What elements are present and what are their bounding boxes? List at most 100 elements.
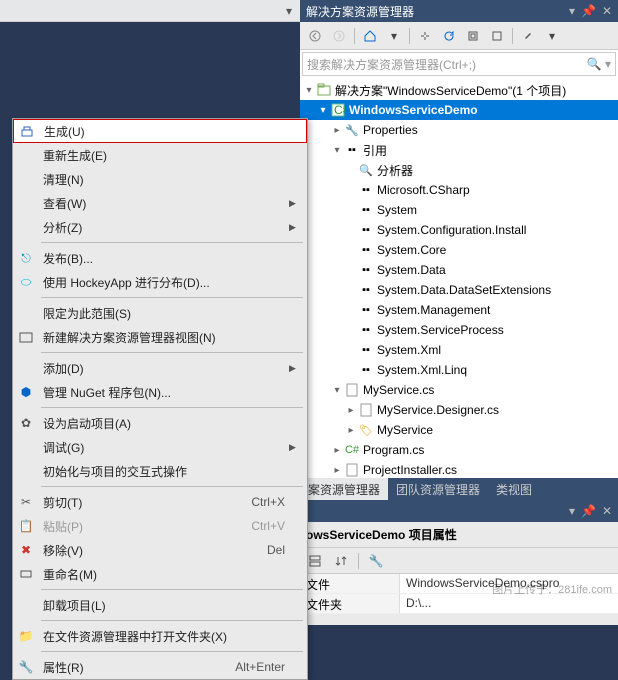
expander-icon[interactable]: ▾ — [302, 85, 316, 96]
sort-icon[interactable] — [330, 550, 352, 572]
cs-file-icon: C# — [344, 442, 360, 458]
close-icon[interactable]: ✕ — [602, 4, 612, 18]
expander-icon[interactable]: ▸ — [344, 405, 358, 416]
menu-scope[interactable]: 限定为此范围(S) — [13, 301, 307, 325]
search-placeholder: 搜索解决方案资源管理器(Ctrl+;) — [307, 56, 476, 73]
cut-icon: ✂ — [13, 495, 39, 509]
refresh-icon[interactable] — [438, 25, 460, 47]
ref-item[interactable]: 🔍分析器 — [300, 160, 618, 180]
ref-item[interactable]: ▪▪System.Data.DataSetExtensions — [300, 280, 618, 300]
search-input[interactable]: 搜索解决方案资源管理器(Ctrl+;) 🔍 ▾ — [302, 52, 616, 76]
ref-item[interactable]: ▪▪System.ServiceProcess — [300, 320, 618, 340]
dd1-icon[interactable]: ▾ — [383, 25, 405, 47]
file-node[interactable]: ▸ProjectInstaller.cs — [300, 460, 618, 478]
close-icon[interactable]: ✕ — [602, 504, 612, 518]
panel-menu-icon[interactable]: ▾ — [569, 504, 575, 518]
file-node[interactable]: ▾MyService.cs — [300, 380, 618, 400]
menu-debug[interactable]: 调试(G)▶ — [13, 435, 307, 459]
menu-clean[interactable]: 清理(N) — [13, 167, 307, 191]
wrench-icon: 🔧 — [344, 122, 360, 138]
properties-titlebar: ▾ 📌 ✕ — [300, 500, 618, 522]
menu-publish[interactable]: ⎋发布(B)... — [13, 246, 307, 270]
menu-interactive[interactable]: 初始化与项目的交互式操作 — [13, 459, 307, 483]
menu-remove[interactable]: ✖移除(V)Del — [13, 538, 307, 562]
dd2-icon[interactable]: ▾ — [541, 25, 563, 47]
menu-properties[interactable]: 🔧属性(R)Alt+Enter — [13, 655, 307, 679]
ref-icon: ▪▪ — [358, 262, 374, 278]
menu-new-view[interactable]: 新建解决方案资源管理器视图(N) — [13, 325, 307, 349]
expander-icon[interactable]: ▾ — [330, 145, 344, 156]
chevron-right-icon: ▶ — [289, 222, 301, 233]
menu-separator — [41, 486, 303, 487]
remove-icon: ✖ — [13, 543, 39, 557]
sync-icon[interactable] — [414, 25, 436, 47]
paste-icon: 📋 — [13, 519, 39, 533]
menu-startup[interactable]: ✿设为启动项目(A) — [13, 411, 307, 435]
search-icon: 🔍 ▾ — [587, 57, 611, 71]
menu-cut[interactable]: ✂剪切(T)Ctrl+X — [13, 490, 307, 514]
properties-icon[interactable] — [517, 25, 539, 47]
folder-icon: 📁 — [13, 629, 39, 643]
file-node[interactable]: ▸🏷MyService — [300, 420, 618, 440]
tab-team-explorer[interactable]: 团队资源管理器 — [388, 478, 488, 500]
ref-item[interactable]: ▪▪System.Data — [300, 260, 618, 280]
menu-analyze[interactable]: 分析(Z)▶ — [13, 215, 307, 239]
ref-item[interactable]: ▪▪System.Xml — [300, 340, 618, 360]
showall-icon[interactable] — [486, 25, 508, 47]
ref-item[interactable]: ▪▪System.Xml.Linq — [300, 360, 618, 380]
ref-item[interactable]: ▪▪System.Configuration.Install — [300, 220, 618, 240]
ref-icon: ▪▪ — [358, 322, 374, 338]
wrench-icon: 🔧 — [13, 660, 39, 674]
nav-fwd-icon[interactable] — [328, 25, 350, 47]
menu-view[interactable]: 查看(W)▶ — [13, 191, 307, 215]
hockey-icon: ⬭ — [13, 275, 39, 290]
menu-open-folder[interactable]: 📁在文件资源管理器中打开文件夹(X) — [13, 624, 307, 648]
menu-rebuild[interactable]: 重新生成(E) — [13, 143, 307, 167]
solution-node[interactable]: ▾解决方案"WindowsServiceDemo"(1 个项目) — [300, 80, 618, 100]
tab-solution-explorer[interactable]: 案资源管理器 — [300, 478, 388, 500]
ref-item[interactable]: ▪▪Microsoft.CSharp — [300, 180, 618, 200]
menu-separator — [41, 651, 303, 652]
editor-toolbar: ▾ — [0, 0, 300, 22]
prop-wrench-icon[interactable]: 🔧 — [365, 550, 387, 572]
home-icon[interactable] — [359, 25, 381, 47]
menu-unload[interactable]: 卸载项目(L) — [13, 593, 307, 617]
project-node[interactable]: ▾C#WindowsServiceDemo — [300, 100, 618, 120]
prop-row[interactable]: 文件夹D:\... — [300, 594, 618, 614]
nav-back-icon[interactable] — [304, 25, 326, 47]
menu-hockeyapp[interactable]: ⬭使用 HockeyApp 进行分布(D)... — [13, 270, 307, 294]
menu-add[interactable]: 添加(D)▶ — [13, 356, 307, 380]
cs-file-icon — [344, 382, 360, 398]
expander-icon[interactable]: ▸ — [330, 465, 344, 476]
ref-item[interactable]: ▪▪System.Core — [300, 240, 618, 260]
analyzer-icon: 🔍 — [358, 162, 374, 178]
ref-item[interactable]: ▪▪System.Management — [300, 300, 618, 320]
properties-panel: ▾ 📌 ✕ owsServiceDemo 项目属性 🔧 文件WindowsSer… — [300, 500, 618, 625]
ref-icon: ▪▪ — [358, 182, 374, 198]
expander-icon[interactable]: ▸ — [344, 425, 358, 436]
expander-icon[interactable]: ▸ — [330, 445, 344, 456]
expander-icon[interactable]: ▾ — [316, 105, 330, 116]
ref-icon: ▪▪ — [358, 362, 374, 378]
ref-icon: ▪▪ — [358, 282, 374, 298]
pin-icon[interactable]: 📌 — [581, 504, 596, 518]
menu-paste[interactable]: 📋粘贴(P)Ctrl+V — [13, 514, 307, 538]
menu-nuget[interactable]: ⬢管理 NuGet 程序包(N)... — [13, 380, 307, 404]
pin-icon[interactable]: 📌 — [581, 4, 596, 18]
properties-node[interactable]: ▸🔧Properties — [300, 120, 618, 140]
expander-icon[interactable]: ▸ — [330, 125, 344, 136]
menu-build[interactable]: 生成(U) — [13, 119, 307, 143]
svg-text:C#: C# — [334, 103, 345, 117]
ref-item[interactable]: ▪▪System — [300, 200, 618, 220]
expander-icon[interactable]: ▾ — [330, 385, 344, 396]
class-icon: 🏷 — [358, 422, 374, 438]
references-node[interactable]: ▾▪▪引用 — [300, 140, 618, 160]
menu-rename[interactable]: 重命名(M) — [13, 562, 307, 586]
collapse-icon[interactable] — [462, 25, 484, 47]
tab-class-view[interactable]: 类视图 — [488, 478, 540, 500]
file-node[interactable]: ▸MyService.Designer.cs — [300, 400, 618, 420]
solution-tree[interactable]: ▾解决方案"WindowsServiceDemo"(1 个项目) ▾C#Wind… — [300, 78, 618, 478]
editor-dropdown[interactable]: ▾ — [286, 4, 292, 18]
panel-menu-icon[interactable]: ▾ — [569, 4, 575, 18]
file-node[interactable]: ▸C#Program.cs — [300, 440, 618, 460]
